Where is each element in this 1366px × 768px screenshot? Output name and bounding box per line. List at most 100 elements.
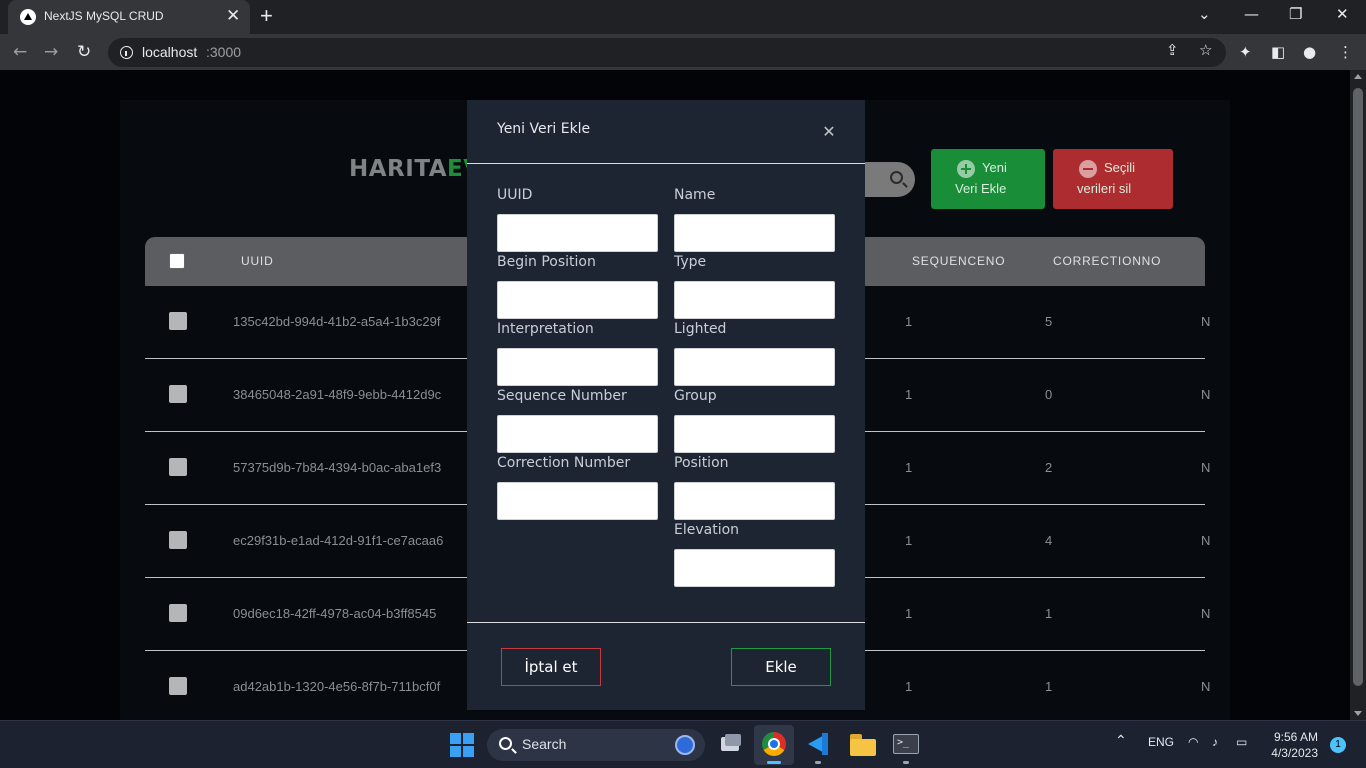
name-label: Name (674, 187, 716, 203)
tab-close-icon[interactable]: ✕ (226, 6, 240, 26)
row-truncated-cell: N (1201, 460, 1211, 475)
position-input[interactable] (674, 482, 835, 520)
row-sequenceno: 1 (905, 460, 913, 475)
wifi-icon[interactable]: ◠ (1188, 735, 1198, 749)
elevation-label: Elevation (674, 522, 740, 538)
row-correctionno: 1 (1045, 679, 1053, 694)
scroll-thumb[interactable] (1353, 88, 1363, 686)
side-panel-icon[interactable]: ◧ (1271, 40, 1285, 64)
sequence-number-input[interactable] (497, 415, 658, 453)
row-uuid: 38465048-2a91-48f9-9ebb-4412d9c (233, 387, 442, 402)
row-correctionno: 2 (1045, 460, 1053, 475)
row-sequenceno: 1 (905, 679, 913, 694)
bookmark-star-icon[interactable]: ☆ (1199, 38, 1212, 62)
submit-add-button[interactable]: Ekle (731, 648, 831, 686)
site-info-icon[interactable] (120, 46, 133, 59)
taskbar-search-box[interactable]: Search (487, 729, 705, 761)
nextjs-favicon-icon (20, 9, 36, 25)
interpretation-input[interactable] (497, 348, 658, 386)
type-input[interactable] (674, 281, 835, 319)
chrome-app-icon[interactable] (754, 725, 794, 765)
taskbar-search-icon (499, 737, 512, 750)
page-scrollbar[interactable] (1350, 70, 1366, 720)
windows-taskbar: Search >_ ⌃ ENG ◠ ♪ ▭ 9:56 AM 4/3/2023 1 (0, 720, 1366, 768)
group-input[interactable] (674, 415, 835, 453)
row-checkbox[interactable] (169, 531, 187, 549)
terminal-icon[interactable]: >_ (886, 725, 926, 765)
row-truncated-cell: N (1201, 533, 1211, 548)
correction-number-input[interactable] (497, 482, 658, 520)
row-sequenceno: 1 (905, 387, 913, 402)
name-input[interactable] (674, 214, 835, 252)
system-clock[interactable]: 9:56 AM 4/3/2023 (1262, 729, 1318, 761)
task-view-icon[interactable] (711, 725, 751, 765)
row-checkbox[interactable] (169, 385, 187, 403)
scroll-down-arrow-icon[interactable] (1354, 711, 1362, 716)
delete-selected-button[interactable]: Seçili verileri sil (1053, 149, 1173, 209)
taskbar-search-label: Search (522, 736, 567, 752)
group-label: Group (674, 388, 717, 404)
type-label: Type (674, 254, 707, 270)
reload-icon[interactable]: ↻ (77, 40, 91, 64)
volume-icon[interactable]: ♪ (1212, 735, 1218, 749)
show-hidden-icons-chevron-icon[interactable]: ⌃ (1115, 732, 1127, 749)
address-bar[interactable]: localhost :3000 ⇪ ☆ (108, 38, 1226, 67)
browser-tab-strip: NextJS MySQL CRUD ✕ + ⌄ — ❐ ✕ (0, 0, 1366, 34)
delete-button-line1: Seçili (1104, 160, 1136, 175)
tab-title: NextJS MySQL CRUD (44, 9, 164, 23)
tab-search-icon[interactable]: ⌄ (1198, 4, 1211, 24)
row-uuid: ad42ab1b-1320-4e56-8f7b-711bcf0f (233, 679, 441, 694)
lighted-label: Lighted (674, 321, 727, 337)
restore-button[interactable]: ❐ (1289, 4, 1302, 24)
lighted-input[interactable] (674, 348, 835, 386)
app-logo: HARITAEV (349, 156, 482, 182)
url-port: :3000 (206, 44, 242, 60)
extensions-icon[interactable]: ✦ (1239, 40, 1252, 64)
select-all-checkbox[interactable] (169, 253, 185, 269)
row-uuid: 09d6ec18-42ff-4978-ac04-b3ff8545 (233, 606, 437, 621)
battery-icon[interactable]: ▭ (1236, 735, 1247, 749)
minimize-button[interactable]: — (1244, 4, 1259, 24)
cancel-button[interactable]: İptal et (501, 648, 601, 686)
modal-close-icon[interactable]: ✕ (819, 122, 839, 142)
elevation-input[interactable] (674, 549, 835, 587)
begin-position-input[interactable] (497, 281, 658, 319)
language-indicator[interactable]: ENG (1148, 735, 1174, 749)
row-sequenceno: 1 (905, 314, 913, 329)
position-label: Position (674, 455, 729, 471)
uuid-label: UUID (497, 187, 533, 203)
uuid-input[interactable] (497, 214, 658, 252)
scroll-up-arrow-icon[interactable] (1354, 74, 1362, 79)
row-truncated-cell: N (1201, 606, 1211, 621)
row-checkbox[interactable] (169, 458, 187, 476)
row-checkbox[interactable] (169, 312, 187, 330)
header-sequenceno: SEQUENCENO (912, 254, 1006, 268)
share-icon[interactable]: ⇪ (1166, 38, 1179, 62)
window-close-button[interactable]: ✕ (1336, 4, 1349, 24)
windows-start-icon[interactable] (450, 733, 474, 757)
add-data-button[interactable]: Yeni Veri Ekle (931, 149, 1045, 209)
minus-circle-icon (1079, 160, 1097, 178)
sequence-number-label: Sequence Number (497, 388, 627, 404)
profile-icon[interactable]: ● (1303, 40, 1316, 64)
forward-arrow-icon[interactable]: → (44, 40, 58, 64)
correction-number-label: Correction Number (497, 455, 631, 471)
file-explorer-icon[interactable] (842, 725, 882, 765)
clock-time: 9:56 AM (1273, 730, 1318, 744)
menu-kebab-icon[interactable]: ⋮ (1338, 40, 1353, 64)
notification-badge[interactable]: 1 (1330, 737, 1346, 753)
add-button-line2: Veri Ekle (955, 181, 1007, 196)
bing-chat-icon[interactable] (675, 735, 695, 755)
back-arrow-icon[interactable]: ← (13, 40, 27, 64)
browser-tab[interactable]: NextJS MySQL CRUD ✕ (8, 0, 250, 34)
row-checkbox[interactable] (169, 604, 187, 622)
row-checkbox[interactable] (169, 677, 187, 695)
vscode-app-icon[interactable] (798, 725, 838, 765)
search-icon[interactable] (890, 171, 903, 184)
row-uuid: 57375d9b-7b84-4394-b0ac-aba1ef3 (233, 460, 442, 475)
new-tab-button[interactable]: + (260, 3, 273, 29)
begin-position-label: Begin Position (497, 254, 596, 270)
interpretation-label: Interpretation (497, 321, 594, 337)
row-sequenceno: 1 (905, 533, 913, 548)
row-truncated-cell: N (1201, 679, 1211, 694)
